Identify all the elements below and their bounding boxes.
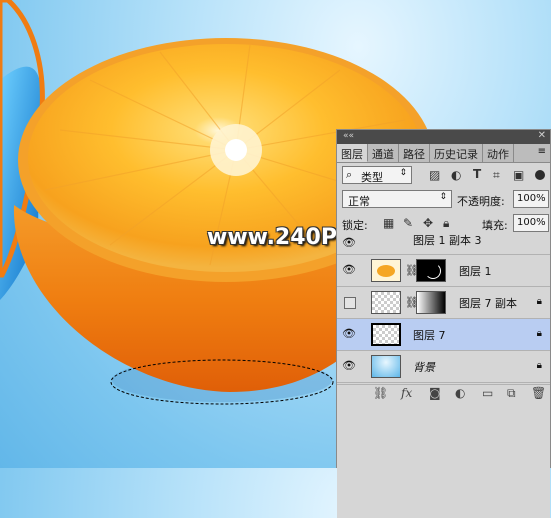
add-mask-icon[interactable]: ◙ — [429, 386, 441, 400]
layer-thumbnail — [371, 291, 401, 314]
blend-row: 正常 ⇕ 不透明度: 100% — [337, 188, 550, 210]
opacity-value: 100% — [517, 193, 546, 204]
eye-icon[interactable]: 👁︎ — [342, 236, 356, 249]
layer-row-layer1[interactable]: 👁︎ ⛓︎ 图层 1 — [337, 255, 550, 287]
move-icon[interactable]: ✥ — [423, 216, 433, 230]
layer-thumbnail — [371, 355, 401, 378]
collapse-icon[interactable]: «« — [343, 131, 354, 141]
layer-mask-thumbnail[interactable] — [416, 259, 446, 282]
trash-icon[interactable]: 🗑︎ — [531, 386, 546, 400]
layer-name: 图层 1 副本 3 — [413, 234, 482, 247]
layer-row-layer7[interactable]: 👁︎ 图层 7 🔒︎ — [337, 319, 550, 351]
blend-mode-select[interactable]: 正常 ⇕ — [342, 190, 452, 208]
layer-name: 图层 7 副本 — [459, 297, 517, 310]
tab-actions[interactable]: 动作 — [483, 144, 514, 162]
type-filter-icon[interactable]: T — [473, 167, 481, 181]
search-icon: ⌕ — [346, 168, 353, 181]
layer-name: 图层 7 — [413, 329, 446, 342]
layer-thumbnail — [371, 323, 401, 346]
lock-icon: 🔒︎ — [536, 360, 542, 371]
lock-icon: 🔒︎ — [536, 296, 542, 307]
opacity-label: 不透明度: — [457, 195, 505, 208]
layer-mask-thumbnail[interactable] — [416, 291, 446, 314]
layer-row-partial[interactable]: 👁︎ 图层 1 副本 3 — [337, 234, 550, 255]
tab-history[interactable]: 历史记录 — [430, 144, 483, 162]
lock-transparent-icon[interactable]: ▦ — [383, 216, 394, 230]
updown-icon: ⇕ — [439, 192, 447, 202]
layers-panel: «« ✕ 图层 通道 路径 历史记录 动作 ≡ ⌕ 类型 ⇕ ▨ ◐ T ⌗ ▣… — [336, 129, 551, 518]
smart-object-filter-icon[interactable]: ▣ — [513, 168, 524, 182]
panel-bottom-bar: ⛓︎ fx ◙ ◐ ▭ ⧉ 🗑︎ — [337, 384, 550, 403]
fill-value: 100% — [517, 217, 546, 228]
close-icon[interactable]: ✕ — [538, 130, 546, 141]
panel-titlebar[interactable]: «« ✕ — [337, 130, 550, 144]
lock-all-icon[interactable]: 🔒︎ — [443, 216, 449, 231]
layer-name: 图层 1 — [459, 265, 492, 278]
eye-icon[interactable]: 👁︎ — [342, 360, 356, 372]
link-icon[interactable]: ⛓︎ — [373, 386, 388, 400]
visibility-toggle-off[interactable] — [344, 297, 356, 309]
tab-layers[interactable]: 图层 — [337, 144, 368, 162]
pixel-filter-icon[interactable]: ▨ — [429, 168, 440, 182]
new-layer-icon[interactable]: ⧉ — [507, 386, 516, 401]
filter-row: ⌕ 类型 ⇕ ▨ ◐ T ⌗ ▣ — [337, 164, 550, 186]
eye-icon[interactable]: 👁︎ — [342, 264, 356, 276]
layers-empty-area — [337, 383, 550, 518]
eye-icon[interactable]: 👁︎ — [342, 328, 356, 340]
folder-icon[interactable]: ▭ — [482, 386, 493, 400]
blend-mode-value: 正常 — [348, 195, 370, 208]
brush-icon[interactable]: ✎ — [403, 216, 413, 230]
layer-name: 背景 — [413, 361, 435, 374]
fill-label: 填充: — [482, 219, 508, 232]
layer-row-layer7-copy[interactable]: ⛓︎ 图层 7 副本 🔒︎ — [337, 287, 550, 319]
tab-channels[interactable]: 通道 — [368, 144, 399, 162]
opacity-input[interactable]: 100% — [513, 190, 549, 208]
tab-paths[interactable]: 路径 — [399, 144, 430, 162]
lock-label: 锁定: — [342, 219, 368, 232]
lock-row: 锁定: ▦ ✎ ✥ 🔒︎ 填充: 100% — [337, 212, 550, 234]
panel-tabs: 图层 通道 路径 历史记录 动作 ≡ — [337, 144, 550, 163]
adjustment-icon[interactable]: ◐ — [455, 386, 465, 400]
fx-icon[interactable]: fx — [401, 386, 412, 400]
adjustment-filter-icon[interactable]: ◐ — [451, 168, 461, 182]
panel-menu-icon[interactable]: ≡ — [534, 144, 550, 162]
layer-thumbnail — [371, 259, 401, 282]
filter-kind-label: 类型 — [361, 171, 383, 184]
updown-icon: ⇕ — [399, 168, 407, 178]
fill-input[interactable]: 100% — [513, 214, 549, 232]
shape-filter-icon[interactable]: ⌗ — [493, 168, 500, 183]
filter-toggle[interactable] — [535, 170, 545, 180]
lock-icon: 🔒︎ — [536, 328, 542, 339]
filter-kind-select[interactable]: ⌕ 类型 ⇕ — [342, 166, 412, 184]
layer-row-background[interactable]: 👁︎ 背景 🔒︎ — [337, 351, 550, 383]
